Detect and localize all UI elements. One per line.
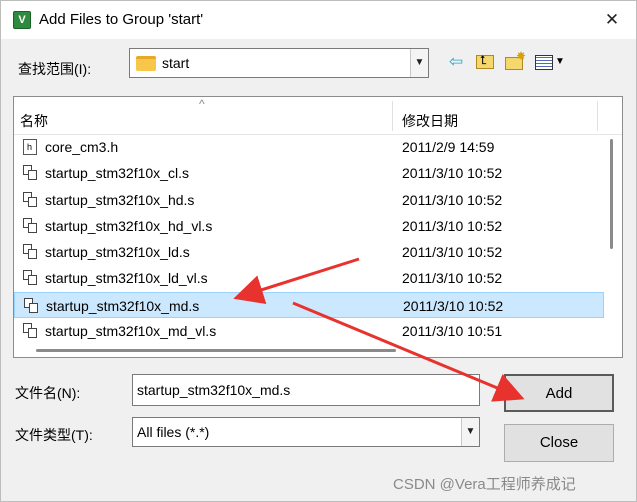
up-folder-icon[interactable]: ⮤ [473, 51, 497, 73]
file-row[interactable]: startup_stm32f10x_cl.s 2011/3/10 10:52 [14, 160, 604, 186]
filetype-combobox[interactable]: All files (*.*) ▼ [132, 417, 480, 447]
file-date: 2011/3/10 10:51 [402, 323, 503, 340]
filetype-label: 文件类型(T): [15, 427, 93, 443]
asm-file-icon [23, 270, 37, 286]
file-row[interactable]: startup_stm32f10x_md.s 2011/3/10 10:52 [14, 291, 604, 319]
asm-file-icon [23, 323, 37, 339]
view-menu-icon[interactable]: ▼ [533, 51, 569, 73]
title-bar: V Add Files to Group 'start' ✕ [1, 1, 636, 39]
file-date: 2011/3/10 10:52 [402, 244, 503, 261]
close-button[interactable]: Close [504, 424, 614, 462]
filetype-value: All files (*.*) [137, 424, 210, 440]
file-rows: core_cm3.h 2011/2/9 14:59 startup_stm32f10… [14, 134, 604, 344]
chevron-down-icon[interactable]: ▼ [461, 418, 479, 446]
keil-app-icon: V [13, 11, 31, 29]
file-row[interactable]: startup_stm32f10x_hd_vl.s 2011/3/10 10:52 [14, 213, 604, 239]
file-row[interactable]: startup_stm32f10x_ld_vl.s 2011/3/10 10:52 [14, 265, 604, 291]
file-list[interactable]: 名称 ^ 修改日期 core_cm3.h 2011/2/9 14:59 startu… [13, 96, 623, 358]
file-date: 2011/2/9 14:59 [402, 139, 495, 155]
new-folder-icon[interactable]: ✸ [503, 49, 527, 73]
file-row[interactable]: core_cm3.h 2011/2/9 14:59 [14, 134, 604, 160]
back-arrow-icon[interactable]: ⇦ [444, 51, 468, 73]
look-in-label: 查找范围(I): [18, 61, 92, 77]
look-in-combobox[interactable]: start ▼ [129, 48, 429, 78]
look-in-value: start [162, 55, 190, 71]
window-title: Add Files to Group 'start' [39, 11, 204, 28]
sort-ascending-icon: ^ [199, 97, 205, 111]
column-header-name[interactable]: 名称 [20, 111, 48, 131]
file-name: startup_stm32f10x_cl.s [45, 165, 189, 182]
watermark-text: CSDN @Vera工程师养成记 [393, 476, 576, 493]
file-name: startup_stm32f10x_hd_vl.s [45, 217, 213, 234]
file-name: core_cm3.h [45, 139, 119, 155]
list-header: 名称 ^ 修改日期 [14, 97, 622, 135]
file-date: 2011/3/10 10:52 [402, 217, 503, 234]
asm-file-icon [24, 297, 38, 314]
chevron-down-icon[interactable]: ▼ [410, 49, 428, 77]
add-files-dialog: V Add Files to Group 'start' ✕ 查找范围(I): … [0, 0, 637, 502]
file-name: startup_stm32f10x_md_vl.s [45, 323, 217, 340]
file-name: startup_stm32f10x_md.s [46, 297, 200, 314]
asm-file-icon [23, 165, 37, 181]
file-row[interactable]: startup_stm32f10x_hd.s 2011/3/10 10:52 [14, 187, 604, 213]
folder-icon [136, 56, 156, 71]
filename-label: 文件名(N): [15, 385, 81, 401]
asm-file-icon [23, 244, 37, 260]
file-date: 2011/3/10 10:52 [402, 165, 503, 182]
file-row[interactable]: startup_stm32f10x_ld.s 2011/3/10 10:52 [14, 239, 604, 265]
file-date: 2011/3/10 10:52 [402, 191, 503, 208]
file-name: startup_stm32f10x_ld.s [45, 244, 190, 261]
filename-input[interactable] [132, 374, 480, 406]
add-button[interactable]: Add [504, 374, 614, 412]
header-file-icon [23, 139, 37, 155]
close-window-button[interactable]: ✕ [602, 10, 622, 30]
file-date: 2011/3/10 10:52 [403, 297, 504, 314]
horizontal-scrollbar[interactable] [36, 349, 396, 352]
file-row[interactable]: startup_stm32f10x_md_vl.s 2011/3/10 10:51 [14, 318, 604, 344]
column-header-date[interactable]: 修改日期 [402, 111, 458, 131]
asm-file-icon [23, 191, 37, 208]
file-name: startup_stm32f10x_hd.s [45, 191, 195, 208]
asm-file-icon [23, 217, 37, 234]
vertical-scrollbar[interactable] [610, 139, 613, 249]
file-date: 2011/3/10 10:52 [402, 270, 503, 287]
file-name: startup_stm32f10x_ld_vl.s [45, 270, 208, 287]
